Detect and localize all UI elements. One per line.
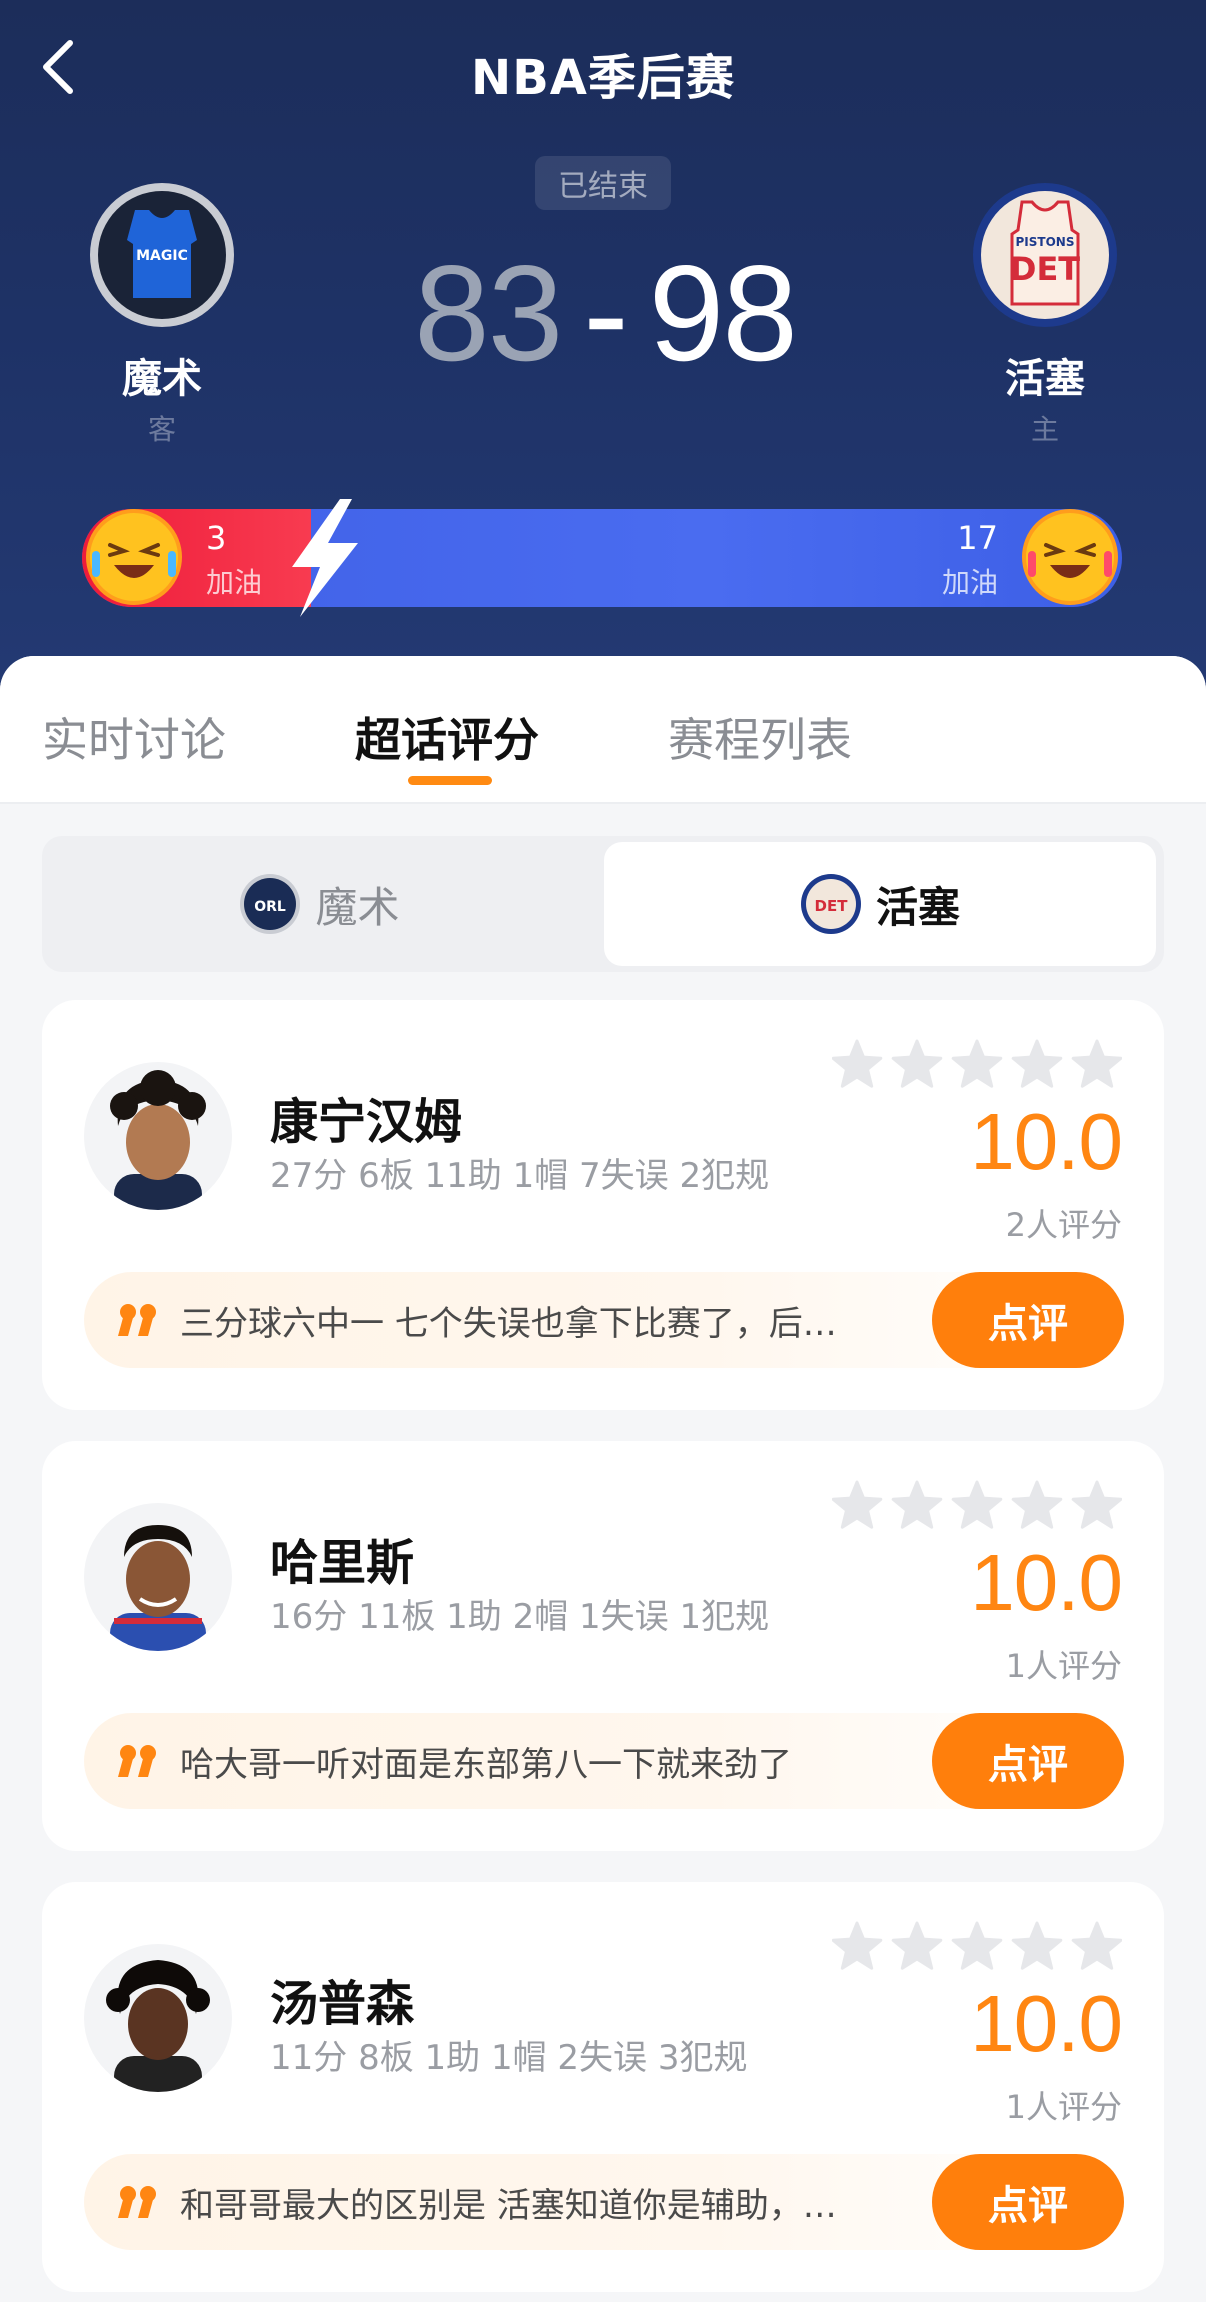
- player-avatar: [84, 1503, 232, 1651]
- star-icon: [1011, 1480, 1063, 1529]
- tab-live-discussion[interactable]: 实时讨论: [42, 704, 226, 770]
- quote-icon: [118, 1304, 156, 1336]
- svg-text:MAGIC: MAGIC: [136, 248, 188, 264]
- top-comment[interactable]: 和哥哥最大的区别是 活塞知道你是辅助，… 点评: [84, 2154, 1124, 2250]
- quote-icon: [118, 2186, 156, 2218]
- player-stats: 27分 6板 11助 1帽 7失误 2犯规: [270, 1156, 770, 1196]
- score-separator: -: [583, 237, 628, 389]
- tab-player-ratings[interactable]: 超话评分: [355, 704, 539, 770]
- rating-count: 1人评分: [1005, 2088, 1122, 2126]
- home-team[interactable]: PISTONS DET 活塞 主: [965, 180, 1125, 448]
- tab-bar: 实时讨论 超话评分 赛程列表: [0, 656, 1206, 804]
- active-tab-indicator: [408, 776, 492, 785]
- cheer-emoji-icon[interactable]: [1018, 505, 1122, 609]
- home-cheer-label: 加油: [941, 566, 998, 599]
- player-avatar: [84, 1062, 232, 1210]
- match-status-badge: 已结束: [535, 156, 671, 210]
- star-icon: [832, 1921, 883, 1970]
- svg-text:ORL: ORL: [255, 899, 287, 915]
- pistons-team-logo: PISTONS DET: [973, 183, 1117, 327]
- away-score: 83: [414, 237, 563, 389]
- star-icon: [891, 1921, 943, 1970]
- top-comment[interactable]: 哈大哥一听对面是东部第八一下就来劲了 点评: [84, 1713, 1124, 1809]
- home-team-role: 主: [1030, 413, 1059, 446]
- star-icon: [891, 1480, 943, 1529]
- player-rating-score: 10.0: [970, 1979, 1123, 2068]
- star-icon: [891, 1039, 943, 1088]
- player-stats: 16分 11板 1助 2帽 1失误 1犯规: [270, 1597, 770, 1637]
- star-icon: [1071, 1039, 1122, 1088]
- player-rating-card[interactable]: 康宁汉姆 27分 6板 11助 1帽 7失误 2犯规 10.0 2人评分 三分球…: [42, 1000, 1164, 1410]
- home-cheer-count: 17: [957, 519, 998, 557]
- star-icon: [951, 1921, 1003, 1970]
- lightning-icon: [292, 499, 358, 617]
- home-score: 98: [648, 237, 798, 389]
- home-team-name: 活塞: [1005, 356, 1085, 402]
- away-team[interactable]: MAGIC 魔术 客: [82, 180, 242, 448]
- cheer-bar[interactable]: 3 加油 17 加油: [82, 499, 1122, 617]
- player-stats: 11分 8板 1助 1帽 2失误 3犯规: [270, 2038, 748, 2078]
- scoreboard: 83 - 98: [400, 237, 810, 389]
- svg-text:PISTONS: PISTONS: [1016, 235, 1075, 249]
- away-cheer-label: 加油: [206, 566, 263, 599]
- star-icon: [951, 1480, 1003, 1529]
- content-sheet: 实时讨论 超话评分 赛程列表 ORL 魔术 DET 活塞 康宁汉姆 27分 6板…: [0, 656, 1206, 2302]
- magic-team-logo: ORL: [240, 874, 301, 934]
- player-rating-score: 10.0: [970, 1097, 1123, 1186]
- match-header: NBA季后赛 已结束 MAGIC 魔术 客 83 - 98 PISTONS DE…: [0, 0, 1206, 720]
- team-switch: ORL 魔术 DET 活塞: [42, 836, 1164, 972]
- star-icon: [832, 1480, 883, 1529]
- svg-text:DET: DET: [1010, 250, 1080, 288]
- away-team-role: 客: [147, 413, 176, 446]
- star-icon: [951, 1039, 1003, 1088]
- rating-stars: [832, 1921, 1122, 1970]
- page-title: NBA季后赛: [471, 50, 735, 106]
- star-icon: [1011, 1039, 1063, 1088]
- review-button[interactable]: 点评: [932, 1713, 1124, 1809]
- star-icon: [1071, 1480, 1122, 1529]
- team-switch-magic[interactable]: ORL 魔术: [42, 836, 597, 972]
- comment-text: 三分球六中一 七个失误也拿下比赛了，后…: [180, 1304, 837, 1344]
- rating-count: 1人评分: [1005, 1647, 1122, 1685]
- player-rating-card[interactable]: 哈里斯 16分 11板 1助 2帽 1失误 1犯规 10.0 1人评分 哈大哥一…: [42, 1441, 1164, 1851]
- review-button[interactable]: 点评: [932, 1272, 1124, 1368]
- player-name: 康宁汉姆: [270, 1094, 463, 1150]
- player-rating-card[interactable]: 汤普森 11分 8板 1助 1帽 2失误 3犯规 10.0 1人评分 和哥哥最大…: [42, 1882, 1164, 2292]
- comment-text: 哈大哥一听对面是东部第八一下就来劲了: [180, 1745, 792, 1785]
- rating-stars: [832, 1039, 1122, 1088]
- quote-icon: [118, 1745, 156, 1777]
- rating-stars: [832, 1480, 1122, 1529]
- comment-text: 和哥哥最大的区别是 活塞知道你是辅助，…: [180, 2186, 837, 2226]
- cheer-emoji-icon[interactable]: [82, 505, 186, 609]
- away-team-name: 魔术: [122, 356, 202, 402]
- player-name: 哈里斯: [270, 1535, 415, 1591]
- magic-team-logo: MAGIC: [90, 183, 234, 327]
- svg-text:DET: DET: [815, 897, 849, 915]
- star-icon: [1011, 1921, 1063, 1970]
- review-button[interactable]: 点评: [932, 2154, 1124, 2250]
- pistons-team-logo: DET: [800, 874, 861, 934]
- star-icon: [1071, 1921, 1122, 1970]
- star-icon: [832, 1039, 883, 1088]
- team-switch-pistons-label: 活塞: [875, 882, 960, 932]
- player-name: 汤普森: [270, 1976, 415, 2032]
- team-switch-magic-label: 魔术: [315, 882, 400, 932]
- team-switch-pistons[interactable]: DET 活塞: [604, 842, 1156, 966]
- player-avatar: [84, 1944, 232, 2092]
- top-comment[interactable]: 三分球六中一 七个失误也拿下比赛了，后… 点评: [84, 1272, 1124, 1368]
- rating-count: 2人评分: [1005, 1206, 1122, 1244]
- tab-schedule[interactable]: 赛程列表: [668, 704, 852, 770]
- player-rating-score: 10.0: [970, 1538, 1123, 1627]
- away-cheer-count: 3: [206, 519, 227, 557]
